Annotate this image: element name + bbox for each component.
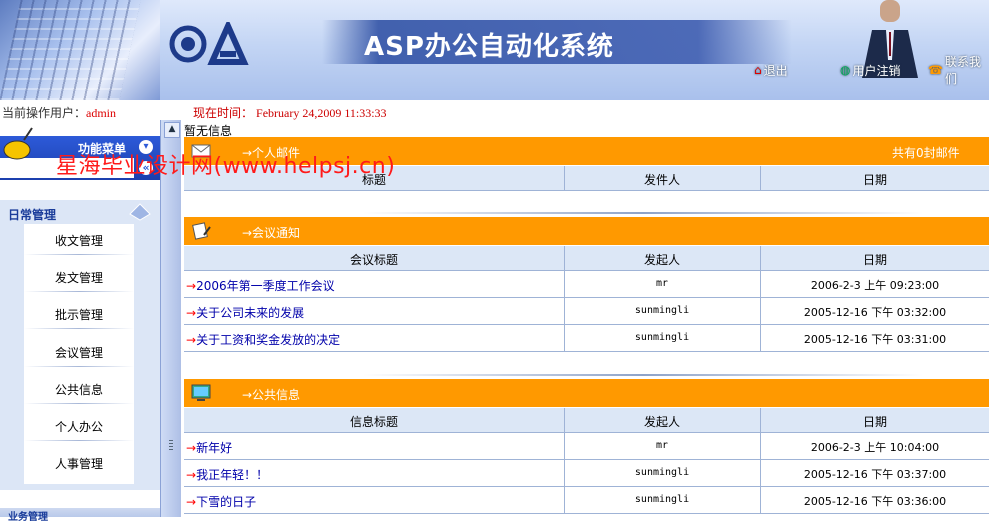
sidebar-item-hr[interactable]: 人事管理	[24, 455, 134, 472]
meeting-link[interactable]: →关于公司未来的发展	[186, 304, 304, 321]
section-toggle-icon[interactable]	[126, 200, 154, 222]
col-date: 日期	[862, 253, 887, 267]
user-signout-label: 用户注销	[852, 63, 901, 78]
current-time: 现在时间： February 24,2009 11:33:33	[193, 104, 387, 121]
scroll-up-icon[interactable]: ▲	[164, 122, 180, 138]
meeting-link[interactable]: →2006年第一季度工作会议	[186, 277, 335, 294]
table-row: →2006年第一季度工作会议 mr 2006-2-3 上午 09:23:00	[184, 271, 989, 298]
row-date: 2006-2-3 上午 09:23:00	[810, 279, 940, 292]
sidebar-item-public-info[interactable]: 公共信息	[24, 381, 134, 398]
public-panel-header: →公共信息	[184, 379, 989, 407]
home-icon: ⌂	[754, 63, 762, 77]
sidebar-item-outgoing-docs[interactable]: 发文管理	[24, 269, 134, 286]
col-initiator: 发起人	[643, 415, 680, 429]
divider-line	[363, 374, 923, 376]
next-section-title: 业务管理	[8, 512, 48, 523]
meeting-link[interactable]: →关于工资和奖金发放的决定	[186, 331, 340, 348]
sidebar-item-incoming-docs[interactable]: 收文管理	[24, 232, 134, 249]
mail-count: 共有0封邮件	[892, 146, 960, 160]
row-sender: mr	[655, 278, 669, 289]
row-date: 2005-12-16 下午 03:31:00	[803, 333, 947, 346]
meeting-table-header: 会议标题 发起人 日期	[184, 246, 989, 271]
public-info-link[interactable]: →新年好	[186, 439, 232, 456]
globe-icon: ◍	[840, 63, 851, 77]
table-row: →关于公司未来的发展 sunmingli 2005-12-16 下午 03:32…	[184, 298, 989, 325]
daily-management-section: 日常管理 收文管理 发文管理 批示管理 会议管理 公共信息 个人办公 人事管理	[0, 200, 160, 490]
row-sender: sunmingli	[634, 332, 690, 343]
sidebar-item-meetings[interactable]: 会议管理	[24, 344, 134, 361]
row-sender: sunmingli	[634, 305, 690, 316]
info-row: 当前操作用户：admin 现在时间： February 24,2009 11:3…	[0, 100, 989, 120]
table-row: →新年好 mr 2006-2-3 上午 10:04:00	[184, 433, 989, 460]
watermark-text: 星海毕业设计网(www.helpsj.cn)	[56, 154, 396, 179]
sidebar-item-personal-office[interactable]: 个人办公	[24, 418, 134, 435]
app-title-bar: ASP办公自动化系统	[322, 20, 792, 64]
row-date: 2005-12-16 下午 03:32:00	[803, 306, 947, 319]
logout-link[interactable]: ⌂ 退出	[754, 62, 788, 78]
splitter-grip-icon[interactable]	[169, 440, 173, 450]
col-date: 日期	[862, 173, 887, 187]
row-sender: sunmingli	[634, 494, 690, 505]
current-time-value: February 24,2009 11:33:33	[256, 106, 387, 120]
current-user-value: admin	[86, 106, 117, 120]
building-image	[0, 0, 160, 100]
col-date: 日期	[862, 415, 887, 429]
current-user-label: 当前操作用户：	[2, 106, 87, 120]
divider-line	[363, 212, 923, 214]
user-signout-link[interactable]: ◍ 用户注销	[840, 62, 901, 78]
contact-link[interactable]: ☎ 联系我们	[928, 55, 989, 86]
table-row: →关于工资和奖金发放的决定 sunmingli 2005-12-16 下午 03…	[184, 325, 989, 352]
public-info-link[interactable]: →我正年轻！！	[186, 466, 268, 483]
app-title: ASP办公自动化系统	[364, 32, 614, 62]
phone-icon: ☎	[928, 63, 943, 77]
table-row: →下雪的日子 sunmingli 2005-12-16 下午 03:36:00	[184, 487, 989, 514]
col-initiator: 发起人	[643, 253, 680, 267]
meeting-panel-title[interactable]: →会议通知	[242, 224, 300, 241]
table-row: →我正年轻！！ sunmingli 2005-12-16 下午 03:37:00	[184, 460, 989, 487]
logout-label: 退出	[763, 63, 788, 78]
current-user: 当前操作用户：admin	[2, 104, 116, 121]
row-date: 2005-12-16 下午 03:37:00	[803, 468, 947, 481]
row-sender: mr	[655, 440, 669, 451]
document-pen-icon	[192, 222, 211, 240]
contact-label: 联系我们	[944, 55, 981, 86]
section-title[interactable]: 日常管理	[8, 206, 56, 223]
public-table-header: 信息标题 发起人 日期	[184, 408, 989, 433]
col-info-title: 信息标题	[349, 415, 398, 429]
row-date: 2006-2-3 上午 10:04:00	[810, 441, 940, 454]
row-sender: sunmingli	[634, 467, 690, 478]
business-management-section[interactable]: 业务管理	[0, 508, 160, 523]
current-time-label: 现在时间：	[193, 106, 254, 120]
monitor-icon	[191, 384, 211, 401]
oa-logo	[169, 22, 249, 65]
lamp-icon	[3, 127, 33, 160]
public-info-link[interactable]: →下雪的日子	[186, 493, 256, 510]
col-meeting-title: 会议标题	[349, 253, 398, 267]
meeting-panel-header: →会议通知	[184, 217, 989, 245]
col-sender: 发件人	[643, 173, 680, 187]
public-panel-title[interactable]: →公共信息	[242, 386, 300, 403]
section-menu-list: 收文管理 发文管理 批示管理 会议管理 公共信息 个人办公 人事管理	[24, 224, 134, 484]
row-date: 2005-12-16 下午 03:36:00	[803, 495, 947, 508]
sidebar-item-approvals[interactable]: 批示管理	[24, 306, 134, 323]
app-header: ASP办公自动化系统 ⌂ 退出 ◍ 用户注销 ☎ 联系我们	[0, 0, 989, 100]
